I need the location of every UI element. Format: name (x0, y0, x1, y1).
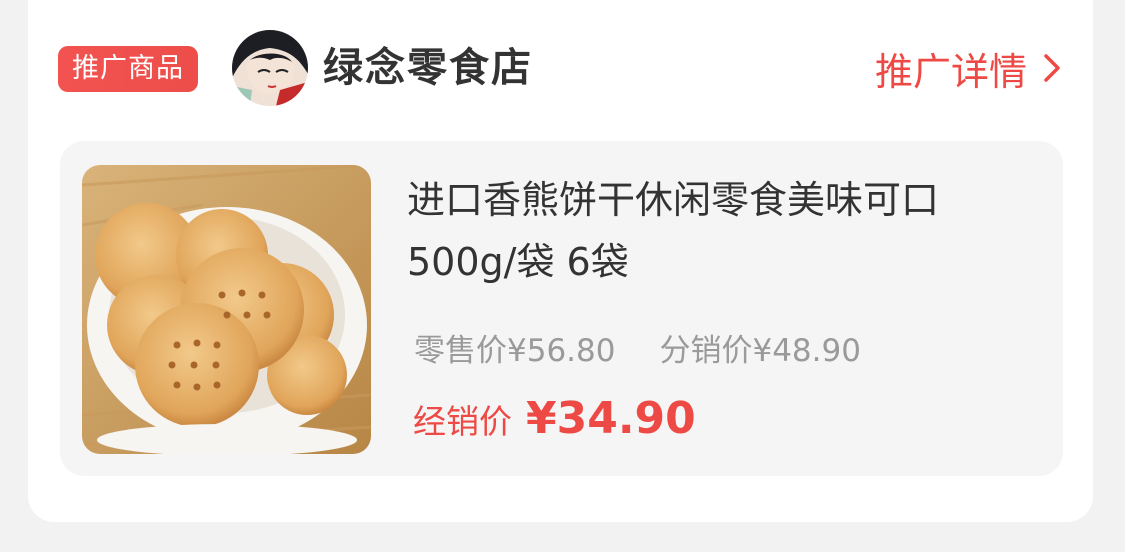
product-item[interactable]: 进口香熊饼干休闲零食美味可口500g/袋 6袋 零售价¥56.80 分销价¥48… (60, 141, 1063, 476)
dealer-price-value: ¥34.90 (526, 393, 696, 444)
distribution-price: 分销价¥48.90 (659, 333, 861, 369)
price-row: 零售价¥56.80 分销价¥48.90 (414, 325, 861, 370)
promo-details-link[interactable]: 推广详情 (875, 38, 1065, 98)
biscuit-photo (82, 165, 371, 454)
promo-card: 推广商品 绿念零食店 推广详情 进口香熊饼干休闲零食美味可口500g/袋 6袋 … (28, 0, 1093, 522)
promo-details-label: 推广详情 (874, 49, 1027, 94)
avatar-image (232, 30, 308, 106)
card-header: 推广商品 绿念零食店 推广详情 (28, 0, 1093, 140)
product-title: 进口香熊饼干休闲零食美味可口500g/袋 6袋 (407, 178, 940, 284)
shop-name[interactable]: 绿念零食店 (323, 38, 533, 98)
promo-badge: 推广商品 (58, 46, 198, 92)
dealer-price-label: 经销价 (413, 402, 512, 441)
dealer-price-row: 经销价 ¥34.90 (413, 393, 696, 444)
chevron-right-icon (1044, 54, 1060, 82)
shop-avatar[interactable] (232, 30, 308, 106)
retail-price: 零售价¥56.80 (414, 333, 616, 369)
product-image[interactable] (82, 165, 371, 454)
